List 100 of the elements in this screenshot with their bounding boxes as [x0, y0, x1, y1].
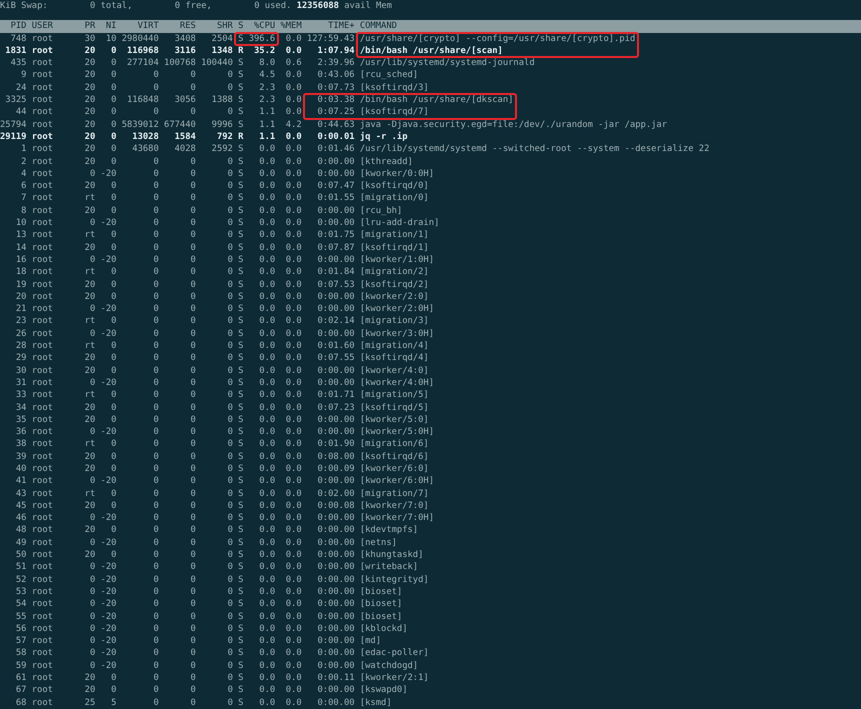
table-cell-text: 55	[14, 610, 26, 623]
table-cell-text: 25	[84, 696, 96, 709]
table-cell: S	[238, 684, 244, 697]
table-cell-text: 0	[110, 44, 116, 58]
table-cell-text: 0	[226, 561, 233, 574]
table-cell-text: 0	[190, 168, 196, 180]
table-cell: 2980440	[122, 32, 159, 45]
table-cell-text: 0	[226, 438, 233, 451]
table-cell-text: 0	[110, 672, 116, 684]
table-cell-text: 0	[88, 376, 96, 390]
table-cell-text: root	[32, 598, 54, 611]
table-cell-text: 0	[110, 229, 116, 242]
table-cell-text: 0.0	[258, 204, 276, 218]
table-cell-text: 0.0	[258, 438, 276, 451]
table-cell-text: 0	[88, 303, 96, 316]
table-cell: S	[238, 315, 244, 328]
table-cell-text: 0.0	[284, 192, 302, 205]
table-cell-text: 0	[190, 696, 196, 709]
table-cell-text: 0:07.25	[316, 106, 355, 119]
table-cell: [ksoftirqd/0]	[360, 180, 429, 192]
table-cell: 396.6	[248, 32, 276, 45]
table-cell-text: 0	[226, 204, 233, 218]
table-cell-text: 36	[14, 426, 26, 438]
table-cell-text: 0.0	[258, 622, 276, 636]
column-header: COMMAND	[360, 20, 398, 33]
table-cell-text: 0	[152, 69, 159, 82]
table-cell-text: 0	[88, 598, 96, 611]
table-cell-text: 1.1	[258, 130, 276, 144]
table-cell-text: 0.0	[284, 586, 302, 598]
table-cell-text: 0	[152, 598, 159, 611]
table-cell-text: 0.0	[258, 156, 276, 168]
table-cell: [ksoftirqd/6]	[360, 450, 429, 463]
table-cell-text: 0	[226, 266, 233, 279]
table-cell-text: 20	[84, 69, 96, 82]
table-cell-text: 0	[152, 561, 159, 574]
table-cell-text: root	[32, 82, 54, 94]
table-cell-text: 0.0	[284, 536, 302, 550]
table-cell-text: 2.3	[258, 82, 276, 94]
table-cell-text: 0	[226, 450, 233, 463]
table-cell-text: 0.0	[258, 328, 276, 340]
table-cell-text: root	[32, 426, 54, 438]
table-cell-text: 792	[216, 130, 233, 144]
table-cell-text: 24	[14, 82, 26, 94]
table-cell-text: 18	[14, 266, 26, 279]
table-cell-text: 0.0	[284, 462, 302, 476]
table-cell-text: 20	[84, 684, 96, 697]
table-cell-text: 1831	[4, 44, 26, 58]
table-cell-text: 0.0	[284, 352, 302, 365]
table-cell-text: 0	[152, 635, 159, 648]
table-cell: S	[238, 229, 244, 242]
table-cell-text: 0	[88, 426, 96, 438]
table-cell: [kintegrityd]	[360, 574, 429, 586]
table-cell: S	[238, 143, 244, 156]
table-cell-text: 0.0	[258, 524, 276, 537]
table-cell-text: 0	[110, 180, 116, 192]
table-cell-text: root	[32, 512, 54, 524]
table-cell-text: 0.0	[284, 561, 302, 574]
table-cell-text: 0.0	[284, 524, 302, 537]
table-cell-text: root	[32, 229, 54, 242]
table-cell-text: 0:00.00	[316, 426, 355, 438]
table-cell-text: 0	[226, 549, 233, 562]
table-cell-text: 0.0	[258, 266, 276, 279]
column-header: TIME+	[327, 20, 355, 33]
table-cell-text: 0	[190, 254, 196, 266]
table-cell-text: 0	[88, 635, 96, 648]
table-cell: [kworker/2:0H]	[360, 303, 434, 316]
table-cell-text: 0.0	[284, 204, 302, 218]
table-cell-text: 20	[84, 130, 96, 144]
table-cell-text: 0	[88, 574, 96, 586]
table-cell-text: rt	[84, 266, 96, 279]
table-cell: [migration/5]	[360, 389, 429, 402]
table-cell-text: 0:44.63	[316, 118, 355, 131]
table-cell-text: 29	[14, 352, 26, 365]
table-cell-text: root	[32, 57, 54, 70]
table-cell-text: root	[32, 364, 54, 377]
table-cell: [rcu_sched]	[360, 69, 418, 82]
table-cell-text: 0	[152, 328, 159, 340]
table-cell-text: 0	[226, 328, 233, 340]
table-cell-text: 0	[226, 622, 233, 636]
table-cell-text: 0	[152, 254, 159, 266]
table-cell-text: 0	[190, 561, 196, 574]
table-cell: -20	[100, 635, 116, 648]
table-cell-text: 0:00.00	[316, 610, 355, 623]
table-cell-text: 0	[152, 266, 159, 279]
table-cell-text: 0	[226, 168, 233, 180]
table-cell: S	[238, 242, 244, 254]
table-cell-text: 0.0	[284, 254, 302, 266]
table-cell-text: 20	[84, 500, 96, 512]
table-cell: /bin/bash /usr/share/[dkscan]	[360, 94, 514, 106]
table-cell-text: root	[32, 462, 54, 476]
table-cell-text: 0	[110, 57, 116, 70]
table-cell: S	[238, 94, 244, 106]
table-cell: [netns]	[360, 536, 397, 550]
table-cell-text: 0:00.00	[316, 696, 355, 709]
table-cell-text: 0	[190, 684, 196, 697]
table-cell: -20	[100, 574, 116, 586]
table-cell: [kworker/7:0]	[360, 500, 429, 512]
table-cell-text: 0	[190, 389, 196, 402]
table-cell: [kworker/2:0]	[360, 290, 429, 304]
table-cell: [ksoftirqd/2]	[360, 278, 429, 291]
